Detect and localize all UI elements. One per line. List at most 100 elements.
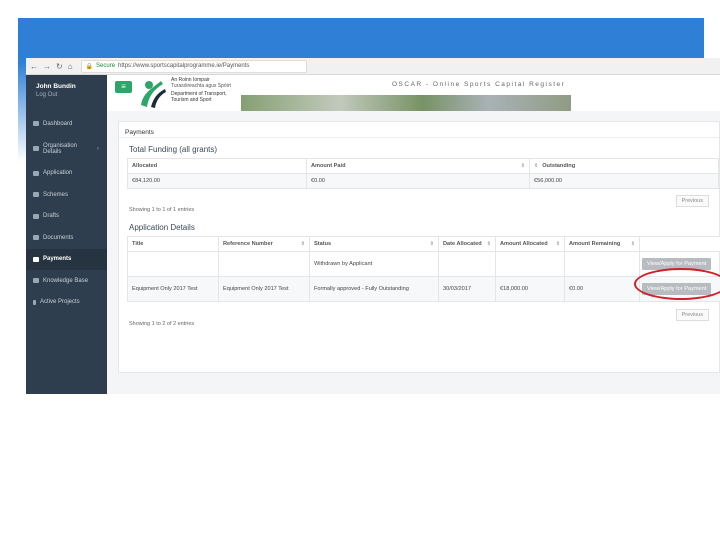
entries-info: Showing 1 to 1 of 1 entries [129, 207, 195, 213]
bar-chart-icon [33, 192, 39, 198]
forward-arrow-icon[interactable]: → [43, 62, 51, 71]
sort-icon: ⇕ [630, 241, 635, 247]
sidebar-item-application[interactable]: Application [26, 163, 107, 185]
sidebar-item-label: Drafts [43, 213, 60, 220]
cell-outstanding: €56,000.00 [529, 173, 719, 189]
cell-amount-paid: €0.00 [306, 173, 530, 189]
table-row: Equipment Only 2017 Test Equipment Only … [127, 276, 720, 302]
table-header-row: Title Reference Number ⇕ Status ⇕ Date All… [127, 236, 720, 252]
cell-amount-remaining [564, 251, 640, 277]
total-funding-section: Total Funding (all grants) Allocated Amo… [119, 145, 719, 213]
cell-date-allocated [438, 251, 496, 277]
column-header-title[interactable]: Title [127, 236, 219, 252]
department-name: An Roinn Iompair Turasóireachta agus Spó… [171, 77, 231, 103]
home-icon[interactable]: ⌂ [68, 62, 73, 71]
sort-icon: ⇕ [555, 241, 560, 247]
slide-top-band [18, 18, 704, 62]
application-details-footer: Showing 1 to 2 of 2 entries Previous [119, 309, 719, 330]
cell-title [127, 251, 219, 277]
pin-icon [33, 299, 36, 305]
folder-icon [33, 213, 39, 219]
total-funding-footer: Showing 1 to 1 of 1 entries Previous [119, 195, 719, 216]
sidebar-item-organisation[interactable]: Organisation Details ‹ [26, 135, 107, 163]
browser-toolbar: ← → ↻ ⌂ 🔒 Secure https://www.sportscapit… [26, 58, 720, 75]
cell-amount-allocated [495, 251, 565, 277]
application-details-table: Title Reference Number ⇕ Status ⇕ Date All… [127, 236, 720, 302]
application-details-section: Application Details Title Reference Numb… [119, 223, 720, 330]
address-bar[interactable]: 🔒 Secure https://www.sportscapitalprogra… [80, 59, 307, 73]
sidebar-item-documents[interactable]: Documents [26, 227, 107, 249]
sidebar-item-knowledge-base[interactable]: Knowledge Base [26, 270, 107, 292]
user-name: John Bundin [36, 83, 76, 90]
column-header-amount-paid[interactable]: Amount Paid ⇕ [306, 158, 530, 174]
payment-icon [33, 256, 39, 262]
hamburger-icon: ≡ [121, 82, 126, 91]
sort-icon: ⇕ [534, 163, 539, 169]
page-title: Payments [119, 122, 719, 138]
table-row: €84,120.00 €0.00 €56,000.00 [127, 173, 719, 189]
sidebar-item-label: Organisation Details [43, 142, 78, 155]
column-header-amount-allocated[interactable]: Amount Allocated ⇕ [495, 236, 565, 252]
cell-amount-remaining: €0.00 [564, 276, 640, 302]
column-header-amount-remaining[interactable]: Amount Remaining ⇕ [564, 236, 640, 252]
slide-left-accent [18, 62, 26, 162]
column-header-status[interactable]: Status ⇕ [309, 236, 439, 252]
dept-english-line-2: Tourism and Sport [171, 97, 212, 103]
table-row: Withdrawn by Applicant View/Apply for Pa… [127, 251, 720, 277]
table-header-row: Allocated Amount Paid ⇕ ⇕ Outstanding [127, 158, 719, 174]
application-details-title: Application Details [129, 223, 195, 232]
app-header: ≡ An Roinn Iompair Turasóireachta agus S… [107, 75, 720, 111]
folder-icon [33, 170, 39, 176]
url-text: https://www.sportscapitalprogramme.ie/Pa… [118, 63, 250, 69]
sort-icon: ⇕ [300, 241, 305, 247]
entries-info: Showing 1 to 2 of 2 entries [129, 321, 195, 327]
column-header-date-allocated[interactable]: Date Allocated ⇕ [438, 236, 496, 252]
cell-amount-allocated: €18,000.00 [495, 276, 565, 302]
back-arrow-icon[interactable]: ← [30, 62, 38, 71]
department-logo [141, 81, 166, 108]
reload-icon[interactable]: ↻ [56, 62, 63, 71]
screenshot-window: ← → ↻ ⌂ 🔒 Secure https://www.sportscapit… [26, 58, 720, 394]
book-icon [33, 278, 39, 284]
cell-title: Equipment Only 2017 Test [127, 276, 219, 302]
sidebar-item-label: Documents [43, 234, 74, 241]
sidebar-item-label: Knowledge Base [43, 277, 89, 284]
payments-panel: Payments Total Funding (all grants) Allo… [118, 121, 720, 373]
cell-date-allocated: 30/03/2017 [438, 276, 496, 302]
browser-nav: ← → ↻ ⌂ [30, 62, 73, 71]
sidebar-item-dashboard[interactable]: Dashboard [26, 113, 107, 135]
column-header-allocated[interactable]: Allocated [127, 158, 307, 174]
secure-label: Secure [96, 63, 116, 69]
total-funding-table: Allocated Amount Paid ⇕ ⇕ Outstanding €84,… [127, 158, 719, 189]
logout-link[interactable]: Log Out [36, 92, 107, 98]
sidebar-item-label: Dashboard [43, 120, 73, 127]
sports-banner-image [241, 95, 571, 111]
sidebar-item-drafts[interactable]: Drafts [26, 206, 107, 228]
cell-allocated: €84,120.00 [127, 173, 307, 189]
cell-reference [218, 251, 310, 277]
sidebar-item-label: Payments [43, 256, 72, 263]
sidebar-item-label: Active Projects [40, 299, 80, 306]
previous-page-button[interactable]: Previous [675, 309, 709, 321]
dept-irish-line-2: Turasóireachta agus Spóirt [171, 83, 231, 89]
sidebar-item-schemes[interactable]: Schemes [26, 184, 107, 206]
column-header-outstanding[interactable]: ⇕ Outstanding [529, 158, 719, 174]
home-icon [33, 146, 39, 151]
document-icon [33, 235, 39, 241]
lock-icon: 🔒 [85, 63, 94, 70]
user-box: John Bundin Log Out [26, 75, 107, 113]
dashboard-icon [33, 121, 39, 127]
sort-icon: ⇕ [429, 241, 434, 247]
sidebar-item-label: Application [43, 170, 73, 177]
column-header-reference[interactable]: Reference Number ⇕ [218, 236, 310, 252]
sidebar-item-active-projects[interactable]: Active Projects [26, 292, 107, 314]
chevron-left-icon: ‹ [97, 145, 99, 152]
sidebar-item-payments[interactable]: Payments [26, 248, 107, 270]
menu-toggle-button[interactable]: ≡ [115, 81, 132, 93]
previous-page-button[interactable]: Previous [675, 195, 709, 207]
sort-icon: ⇕ [486, 241, 491, 247]
cell-reference: Equipment Only 2017 Test [218, 276, 310, 302]
app-title: OSCAR - Online Sports Capital Register [392, 81, 566, 88]
cell-status: Withdrawn by Applicant [309, 251, 439, 277]
sidebar-item-label: Schemes [43, 191, 69, 198]
